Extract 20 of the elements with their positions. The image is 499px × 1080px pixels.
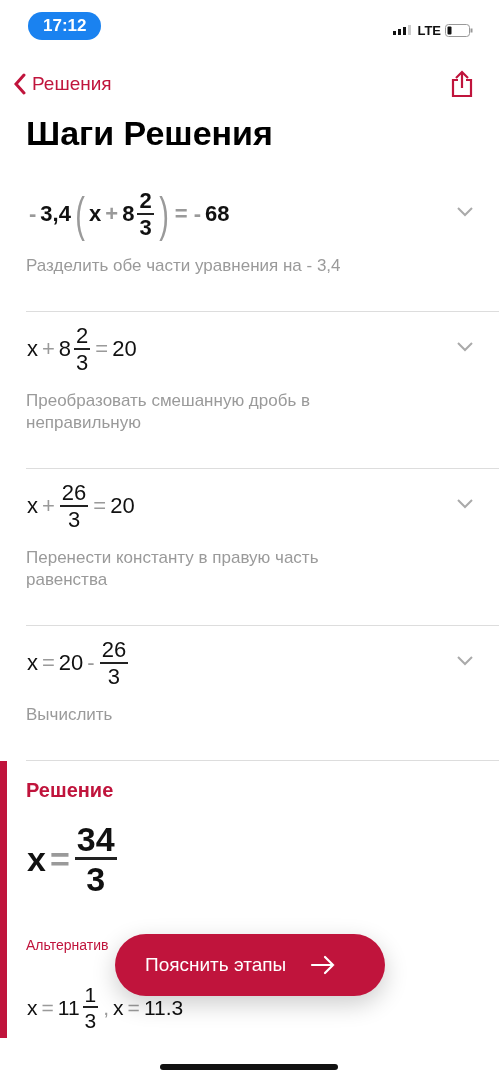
chevron-down-icon[interactable] [457, 656, 473, 666]
battery-icon [445, 23, 473, 37]
chevron-down-icon[interactable] [457, 342, 473, 352]
solution-heading: Решение [26, 779, 115, 802]
step-description: Разделить обе части уравнения на - 3,4 [26, 255, 342, 277]
chevron-down-icon[interactable] [457, 207, 473, 217]
status-time: 17:12 [28, 12, 102, 40]
network-label: LTE [417, 22, 441, 38]
step-description: Преобразовать смешанную дробь в неправильную [26, 390, 312, 434]
signal-icon [393, 25, 414, 35]
share-icon[interactable] [451, 70, 473, 98]
chevron-left-icon [14, 73, 26, 95]
step-description: Вычислить [26, 704, 114, 726]
back-button[interactable]: Решения [14, 73, 112, 95]
chevron-down-icon[interactable] [457, 499, 473, 509]
arrow-right-icon [310, 955, 337, 975]
alternative-label: Альтернатив [26, 937, 110, 953]
step-description: Перенести константу в правую часть равенства [26, 547, 320, 591]
explain-steps-button[interactable]: Пояснить этапы [115, 934, 385, 996]
page-title: Шаги Решения [26, 114, 274, 153]
